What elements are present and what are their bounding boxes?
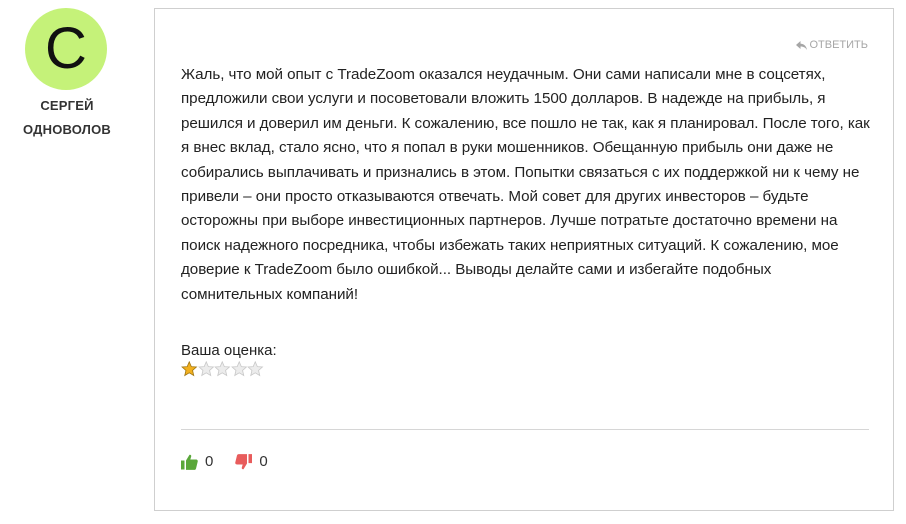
star-filled-icon [181,361,198,377]
star-empty-icon [247,361,264,377]
rating-label: Ваша оценка: [181,342,277,359]
dislike-button[interactable]: 0 [235,453,268,470]
thumbs-up-icon [181,454,198,470]
author-first-name: СЕРГЕЙ [40,98,94,113]
star-empty-icon [197,361,215,377]
rating-stars [181,361,264,377]
reply-label: ОТВЕТИТЬ [809,39,868,51]
author-last-name: ОДНОВОЛОВ [23,122,111,137]
thumbs-down-icon [235,453,253,470]
avatar: С [25,8,107,90]
author-name: СЕРГЕЙ ОДНОВОЛОВ [0,94,134,142]
star-empty-icon [214,361,231,377]
dislike-count: 0 [259,453,268,470]
review-page: С СЕРГЕЙ ОДНОВОЛОВ ОТВЕТИТЬ Жаль, что мо… [0,0,906,524]
like-count: 0 [205,453,214,470]
review-text: Жаль, что мой опыт с TradeZoom оказался … [181,66,870,303]
star-empty-icon [230,361,248,377]
divider [181,429,869,430]
votes: 0 0 [181,453,268,470]
reply-icon [796,40,808,50]
review-card: ОТВЕТИТЬ Жаль, что мой опыт с TradeZoom … [154,8,894,511]
like-button[interactable]: 0 [181,453,213,470]
reply-button[interactable]: ОТВЕТИТЬ [796,39,868,51]
